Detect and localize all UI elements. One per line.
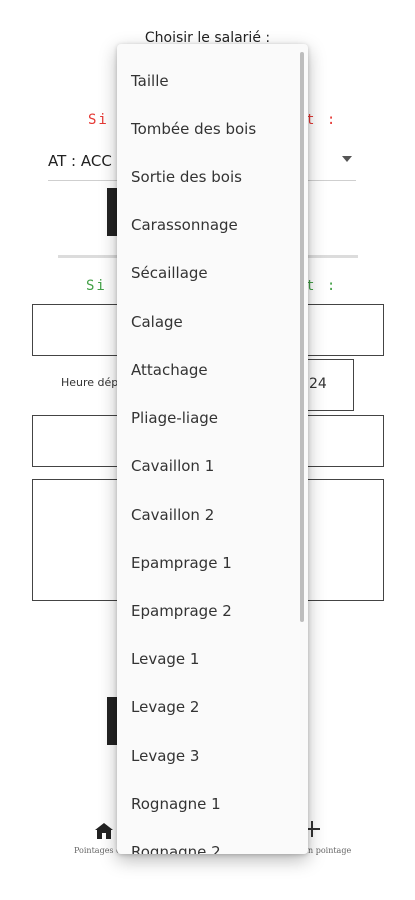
menu-item[interactable]: Attachage (131, 361, 208, 379)
nav-add-label[interactable]: n pointage (308, 846, 351, 855)
section2-label-right: t : (306, 278, 338, 294)
section-label-right: t : (306, 112, 338, 128)
home-icon[interactable] (95, 823, 113, 839)
menu-item[interactable]: Levage 1 (131, 650, 199, 668)
submit-button-fragment[interactable] (107, 697, 117, 745)
menu-item[interactable]: Pliage-liage (131, 409, 218, 427)
menu-item[interactable]: Levage 2 (131, 698, 199, 716)
menu-item[interactable]: Sortie des bois (131, 168, 242, 186)
menu-item[interactable]: Epamprage 1 (131, 554, 232, 572)
menu-item[interactable]: Rognagne 1 (131, 795, 221, 813)
heure-depart-value: 24 (309, 376, 327, 392)
menu-item[interactable]: Cavaillon 2 (131, 506, 214, 524)
menu-item[interactable]: Calage (131, 313, 183, 331)
primary-button-fragment[interactable] (107, 188, 117, 236)
activity-select-value: AT : ACC (48, 152, 112, 170)
menu-item[interactable]: Rognagne 2 (131, 843, 221, 854)
dropdown-arrow-icon[interactable] (342, 156, 352, 162)
menu-item[interactable]: Sécaillage (131, 264, 208, 282)
menu-item[interactable]: Cavaillon 1 (131, 457, 214, 475)
menu-scrollbar[interactable] (300, 52, 304, 622)
menu-item[interactable]: Levage 3 (131, 747, 199, 765)
heure-depart-label: Heure dép (61, 376, 119, 389)
nav-home-label[interactable]: Pointages d (74, 846, 121, 855)
activity-dropdown-menu[interactable]: Taille Tombée des bois Sortie des bois C… (117, 44, 308, 854)
menu-item[interactable]: Epamprage 2 (131, 602, 232, 620)
menu-item[interactable]: Taille (131, 72, 169, 90)
menu-item[interactable]: Tombée des bois (131, 120, 256, 138)
menu-item[interactable]: Carassonnage (131, 216, 238, 234)
